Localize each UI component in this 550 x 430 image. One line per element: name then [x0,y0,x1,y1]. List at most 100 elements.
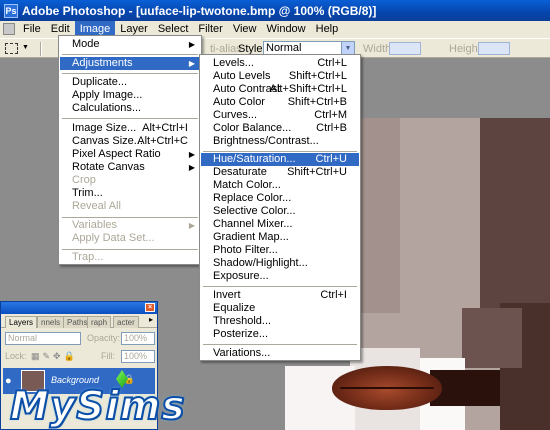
menu-item-trim[interactable]: Trim... [60,187,200,200]
menu-item-exposure[interactable]: Exposure... [201,270,359,283]
menu-item-apply-data-set: Apply Data Set... [72,232,155,244]
shortcut: Ctrl+B [316,122,347,134]
menu-item-gradient-map[interactable]: Gradient Map... [201,231,359,244]
panel-tabs: Layers nnels Paths raph acter ▸ [1,314,157,328]
menu-item-mode[interactable]: Mode ▶ [60,38,200,51]
submenu-arrow-icon: ▶ [188,163,195,172]
menu-item-equalize[interactable]: Equalize [201,302,359,315]
submenu-arrow-icon: ▶ [188,59,195,68]
divider [40,42,42,56]
menu-item-shadow-highlight[interactable]: Shadow/Highlight... [201,257,359,270]
lock-label: Lock: [5,351,27,361]
menu-item-adjustments[interactable]: Adjustments ▶ [60,57,200,70]
menu-item-levels[interactable]: Levels... Ctrl+L [201,57,359,70]
marquee-icon [5,43,18,54]
separator [203,151,357,152]
menu-item-channel-mixer[interactable]: Channel Mixer... [201,218,359,231]
mysims-logo: MySims [9,383,186,430]
menu-item-selective-color[interactable]: Selective Color... [201,205,359,218]
lip-line [340,387,434,389]
opacity-field[interactable]: 100% [121,332,155,345]
tab-character[interactable]: acter [113,316,139,328]
menu-item-rotate-canvas[interactable]: Rotate Canvas ▶ [60,161,200,174]
separator [203,344,357,345]
title-bar: Ps Adobe Photoshop - [uuface-lip-twotone… [0,0,550,21]
blend-mode-select[interactable]: Normal [5,332,81,345]
tab-layers[interactable]: Layers [5,316,38,328]
mode-label: Mode [72,38,100,50]
tab-channels[interactable]: nnels [37,316,65,328]
menu-item-pixel-aspect-ratio[interactable]: Pixel Aspect Ratio ▶ [60,148,200,161]
shortcut: Shift+Ctrl+L [288,70,347,82]
adjustments-submenu: Levels... Ctrl+L Auto Levels Shift+Ctrl+L … [199,54,361,361]
height-field[interactable] [478,42,510,55]
style-value: Normal [266,42,302,54]
auto-color-label: Auto Color [213,96,265,108]
fill-field[interactable]: 100% [121,350,155,363]
shortcut: Shift+Ctrl+B [287,96,347,108]
shortcut: Shift+Ctrl+U [287,166,347,178]
menu-item-auto-levels[interactable]: Auto Levels Shift+Ctrl+L [201,70,359,83]
image-menu: Mode ▶ Adjustments ▶ Duplicate... Apply Im… [58,35,202,265]
menu-item-auto-color[interactable]: Auto Color Shift+Ctrl+B [201,96,359,109]
adjustments-label: Adjustments [72,57,133,69]
canvas-size-label: Canvas Size... [72,135,143,147]
menu-item-calculations[interactable]: Calculations... [60,102,200,115]
lock-icons[interactable]: ▦✎✥🔒 [31,349,78,363]
menu-help[interactable]: Help [311,21,344,38]
menu-item-image-size[interactable]: Image Size... Alt+Ctrl+I [60,122,200,135]
separator [62,249,198,250]
panel-menu-icon[interactable]: ▸ [149,315,153,324]
shortcut: Ctrl+U [315,153,347,165]
menu-item-photo-filter[interactable]: Photo Filter... [201,244,359,257]
menu-item-variations[interactable]: Variations... [201,347,359,360]
chevron-down-icon: ▼ [22,44,29,51]
color-balance-label: Color Balance... [213,122,292,134]
menu-item-trap: Trap... [72,251,104,263]
menu-item-auto-contrast[interactable]: Auto Contrast Alt+Shift+Ctrl+L [201,83,359,96]
menu-item-curves[interactable]: Curves... Ctrl+M [201,109,359,122]
submenu-arrow-icon: ▶ [188,221,195,230]
menu-item-desaturate[interactable]: Desaturate Shift+Ctrl+U [201,166,359,179]
menu-item-invert[interactable]: Invert Ctrl+I [201,289,359,302]
shortcut: Ctrl+L [317,57,347,69]
separator [62,217,198,218]
rotate-canvas-label: Rotate Canvas [72,161,145,173]
shortcut: Alt+Ctrl+I [142,122,188,134]
menu-item-duplicate[interactable]: Duplicate... [60,76,200,89]
opacity-label: Opacity: [87,333,121,343]
menu-window[interactable]: Window [262,21,311,38]
menu-item-brightness-contrast[interactable]: Brightness/Contrast... [201,135,359,148]
photoshop-icon: Ps [4,3,18,18]
panel-title-bar[interactable]: × [1,302,157,314]
auto-levels-label: Auto Levels [213,70,271,82]
close-icon[interactable]: × [145,303,155,312]
menu-item-color-balance[interactable]: Color Balance... Ctrl+B [201,122,359,135]
fill-label: Fill: [101,351,115,361]
menu-item-canvas-size[interactable]: Canvas Size... Alt+Ctrl+C [60,135,200,148]
shortcut: Ctrl+M [314,109,347,121]
menu-file[interactable]: File [18,21,46,38]
shortcut: Ctrl+I [320,289,347,301]
menu-view[interactable]: View [228,21,262,38]
width-field[interactable] [389,42,421,55]
lips-image [332,366,442,410]
pixel-aspect-label: Pixel Aspect Ratio [72,148,161,160]
window-title: Adobe Photoshop - [uuface-lip-twotone.bm… [22,3,377,18]
document-icon[interactable] [3,23,15,35]
tab-paragraph[interactable]: raph [87,316,112,328]
menu-item-threshold[interactable]: Threshold... [201,315,359,328]
separator [62,118,198,119]
menu-item-match-color[interactable]: Match Color... [201,179,359,192]
marquee-tool-preset[interactable]: ▼ [3,41,29,56]
menu-item-posterize[interactable]: Posterize... [201,328,359,341]
separator [62,73,198,74]
submenu-arrow-icon: ▶ [188,150,195,159]
desaturate-label: Desaturate [213,166,267,178]
levels-label: Levels... [213,57,254,69]
menu-item-apply-image[interactable]: Apply Image... [60,89,200,102]
menu-item-hue-saturation[interactable]: Hue/Saturation... Ctrl+U [201,153,359,166]
separator [62,54,198,55]
menu-item-replace-color[interactable]: Replace Color... [201,192,359,205]
submenu-arrow-icon: ▶ [188,40,195,49]
